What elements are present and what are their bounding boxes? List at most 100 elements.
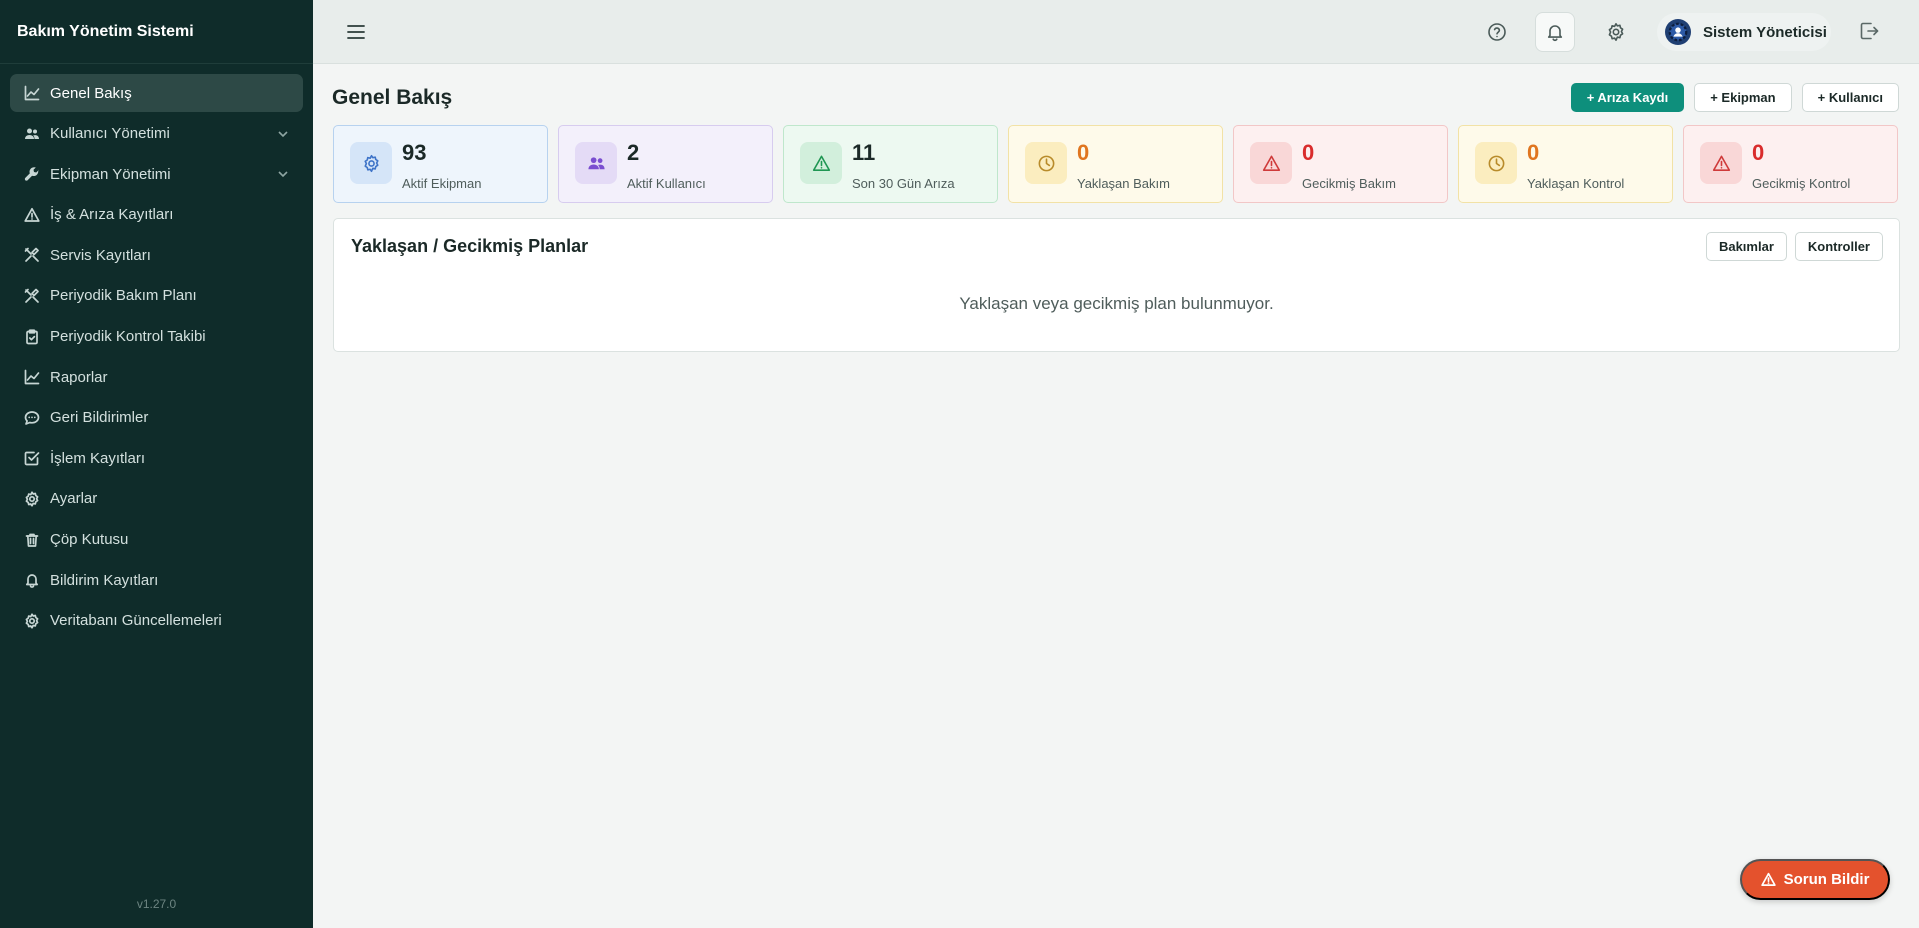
stat-card-yaklasan-bakim[interactable]: 0 Yaklaşan Bakım (1008, 125, 1223, 203)
stat-value: 0 (1527, 140, 1540, 165)
sidebar-item-label: Genel Bakış (50, 84, 132, 102)
add-user-button[interactable]: + Kullanıcı (1801, 83, 1899, 112)
sidebar-item-bildirim-kayitlari[interactable]: Bildirim Kayıtları (10, 561, 303, 599)
sidebar-item-veritabani-guncellemeleri[interactable]: Veritabanı Güncellemeleri (10, 602, 303, 640)
avatar (1665, 19, 1691, 45)
sidebar: Bakım Yönetim Sistemi Genel Bakış Kullan… (0, 0, 313, 928)
sidebar-item-cop-kutusu[interactable]: Çöp Kutusu (10, 521, 303, 559)
stat-label: Gecikmiş Kontrol (1752, 176, 1851, 191)
user-menu[interactable]: Sistem Yöneticisi (1657, 13, 1831, 51)
sidebar-item-label: Ayarlar (50, 490, 98, 508)
user-name: Sistem Yöneticisi (1703, 23, 1827, 41)
maintenance-button[interactable]: Bakımlar (1705, 232, 1787, 261)
sidebar-item-label: Ekipman Yönetimi (50, 165, 171, 183)
notifications-bell-icon[interactable] (1535, 12, 1575, 52)
sidebar-item-label: Bildirim Kayıtları (50, 571, 159, 589)
stat-label: Yaklaşan Kontrol (1527, 176, 1625, 191)
sidebar-item-label: Raporlar (50, 368, 108, 386)
panel-actions: Bakımlar Kontroller (1705, 232, 1883, 261)
stats-row: 93 Aktif Ekipman 2 Aktif Kullanıcı 11 So… (333, 125, 1898, 203)
stat-card-son-30-gun-ariza[interactable]: 11 Son 30 Gün Arıza (783, 125, 998, 203)
tools-icon (23, 287, 40, 304)
chevron-down-icon[interactable] (277, 127, 289, 139)
warning-icon (1250, 142, 1292, 184)
sidebar-item-geri-bildirimler[interactable]: Geri Bildirimler (10, 399, 303, 437)
upcoming-overdue-plans-panel: Yaklaşan / Gecikmiş Planlar Bakımlar Kon… (333, 218, 1900, 352)
sidebar-item-ayarlar[interactable]: Ayarlar (10, 480, 303, 518)
stat-label: Aktif Kullanıcı (627, 176, 706, 191)
sidebar-item-label: Periyodik Bakım Planı (50, 287, 197, 305)
sidebar-item-islem-kayitlari[interactable]: İşlem Kayıtları (10, 439, 303, 477)
report-issue-label: Sorun Bildir (1783, 871, 1870, 888)
stat-value: 0 (1752, 140, 1765, 165)
menu-toggle-icon[interactable] (344, 20, 368, 44)
users-icon (23, 125, 40, 142)
add-fault-record-button[interactable]: + Arıza Kaydı (1570, 83, 1685, 112)
page-title: Genel Bakış (332, 86, 453, 109)
stat-card-yaklasan-kontrol[interactable]: 0 Yaklaşan Kontrol (1458, 125, 1673, 203)
sidebar-item-periyodik-bakim-plani[interactable]: Periyodik Bakım Planı (10, 277, 303, 315)
sidebar-item-is-ariza-kayitlari[interactable]: İş & Arıza Kayıtları (10, 196, 303, 234)
sidebar-item-label: Veritabanı Güncellemeleri (50, 612, 222, 630)
warning-icon (1760, 872, 1776, 886)
wrench-icon (23, 166, 40, 183)
stat-card-aktif-kullanici[interactable]: 2 Aktif Kullanıcı (558, 125, 773, 203)
sidebar-item-label: Çöp Kutusu (50, 531, 129, 549)
gear-icon (23, 490, 40, 507)
chart-line-icon (23, 85, 40, 102)
topbar: Sistem Yöneticisi (313, 0, 1919, 64)
sidebar-nav: Genel Bakış Kullanıcı Yönetimi Ekipman Y… (0, 64, 313, 640)
stat-label: Yaklaşan Bakım (1077, 176, 1170, 191)
stat-value: 0 (1302, 140, 1315, 165)
clock-icon (1025, 142, 1067, 184)
app-title: Bakım Yönetim Sistemi (0, 0, 313, 64)
message-icon (23, 409, 40, 426)
sidebar-item-label: İş & Arıza Kayıtları (50, 206, 174, 224)
logout-icon[interactable] (1858, 20, 1882, 44)
gear-icon (350, 142, 392, 184)
gear-icon (23, 612, 40, 629)
sidebar-item-label: Geri Bildirimler (50, 409, 149, 427)
check-square-icon (23, 450, 40, 467)
panel-title: Yaklaşan / Gecikmiş Planlar (351, 236, 589, 256)
settings-gear-icon[interactable] (1596, 12, 1636, 52)
stat-card-aktif-ekipman[interactable]: 93 Aktif Ekipman (333, 125, 548, 203)
sidebar-item-ekipman-yonetimi[interactable]: Ekipman Yönetimi (10, 155, 303, 193)
warning-icon (800, 142, 842, 184)
clipboard-icon (23, 328, 40, 345)
sidebar-item-servis-kayitlari[interactable]: Servis Kayıtları (10, 236, 303, 274)
empty-state-message: Yaklaşan veya gecikmiş plan bulunmuyor. (959, 294, 1274, 313)
sidebar-item-label: Servis Kayıtları (50, 246, 151, 264)
app-version: v1.27.0 (136, 897, 177, 911)
sidebar-item-label: Kullanıcı Yönetimi (50, 125, 170, 143)
chevron-down-icon[interactable] (277, 167, 289, 179)
stat-value: 0 (1077, 140, 1090, 165)
sidebar-item-label: Periyodik Kontrol Takibi (50, 328, 206, 346)
clock-icon (1475, 142, 1517, 184)
warning-icon (1700, 142, 1742, 184)
sidebar-item-periyodik-kontrol-takibi[interactable]: Periyodik Kontrol Takibi (10, 318, 303, 356)
stat-card-gecikmis-kontrol[interactable]: 0 Gecikmiş Kontrol (1683, 125, 1898, 203)
sidebar-item-kullanici-yonetimi[interactable]: Kullanıcı Yönetimi (10, 115, 303, 153)
sidebar-item-genel-bakis[interactable]: Genel Bakış (10, 74, 303, 112)
bell-icon (23, 572, 40, 589)
report-issue-button[interactable]: Sorun Bildir (1740, 859, 1890, 900)
chart-line-icon (23, 369, 40, 386)
stat-card-gecikmis-bakim[interactable]: 0 Gecikmiş Bakım (1233, 125, 1448, 203)
help-icon[interactable] (1477, 12, 1517, 52)
trash-icon (23, 531, 40, 548)
stat-value: 2 (627, 140, 640, 165)
tools-icon (23, 247, 40, 264)
warning-icon (23, 206, 40, 223)
page-actions: + Arıza Kaydı + Ekipman + Kullanıcı (1570, 83, 1899, 112)
stat-label: Aktif Ekipman (402, 176, 482, 191)
add-equipment-button[interactable]: + Ekipman (1694, 83, 1792, 112)
stat-value: 93 (402, 140, 427, 165)
stat-label: Son 30 Gün Arıza (852, 176, 955, 191)
sidebar-item-label: İşlem Kayıtları (50, 449, 146, 467)
stat-label: Gecikmiş Bakım (1302, 176, 1396, 191)
sidebar-item-raporlar[interactable]: Raporlar (10, 358, 303, 396)
stat-value: 11 (852, 140, 876, 165)
controls-button[interactable]: Kontroller (1794, 232, 1883, 261)
users-icon (575, 142, 617, 184)
